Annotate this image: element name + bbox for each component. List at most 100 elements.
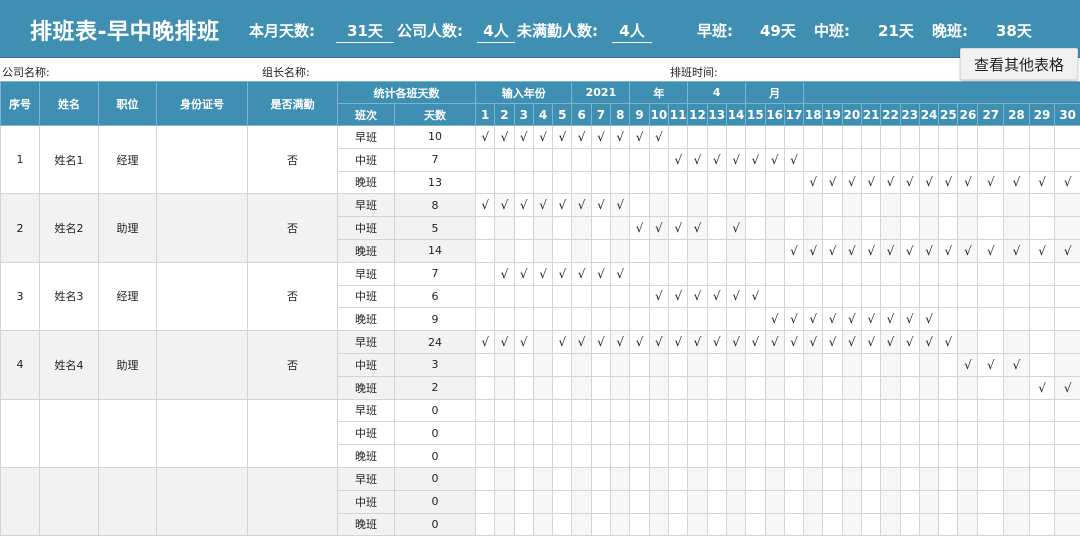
day-cell-3[interactable] <box>513 352 534 377</box>
day-cell-14[interactable]: √ <box>725 147 747 172</box>
day-cell-16[interactable] <box>764 216 785 240</box>
day-cell-13[interactable] <box>706 193 727 218</box>
day-cell-3[interactable] <box>513 238 534 263</box>
day-cell-17[interactable] <box>783 421 805 446</box>
position-cell[interactable]: 助理 <box>98 330 157 400</box>
day-cell-13[interactable]: √ <box>706 284 727 309</box>
day-cell-6[interactable]: √ <box>571 330 592 354</box>
id-card-cell[interactable] <box>156 193 248 263</box>
day-cell-27[interactable] <box>977 125 1005 149</box>
day-cell-6[interactable] <box>571 238 592 263</box>
day-cell-22[interactable] <box>880 216 901 240</box>
day-cell-21[interactable] <box>860 489 882 514</box>
day-cell-5[interactable]: √ <box>552 261 573 286</box>
day-cell-24[interactable]: √ <box>918 330 940 354</box>
day-cell-11[interactable] <box>667 261 689 286</box>
day-cell-9[interactable]: √ <box>629 216 650 240</box>
day-cell-11[interactable] <box>667 466 689 491</box>
day-cell-19[interactable] <box>822 261 843 286</box>
day-cell-30[interactable] <box>1054 489 1080 514</box>
day-cell-26[interactable] <box>957 375 979 400</box>
day-cell-1[interactable] <box>474 398 496 423</box>
day-cell-1[interactable]: √ <box>474 193 496 218</box>
day-cell-1[interactable] <box>474 261 496 286</box>
day-cell-10[interactable]: √ <box>648 216 670 240</box>
day-cell-28[interactable] <box>1003 421 1030 446</box>
day-cell-23[interactable] <box>899 489 920 514</box>
day-cell-4[interactable] <box>532 147 554 172</box>
day-cell-28[interactable] <box>1003 307 1030 332</box>
day-cell-17[interactable] <box>783 261 805 286</box>
day-cell-9[interactable] <box>629 193 650 218</box>
day-cell-9[interactable] <box>629 261 650 286</box>
day-cell-29[interactable] <box>1028 261 1056 286</box>
day-cell-28[interactable] <box>1003 261 1030 286</box>
day-cell-3[interactable] <box>513 398 534 423</box>
day-cell-7[interactable] <box>590 398 612 423</box>
day-cell-23[interactable] <box>899 352 920 377</box>
day-cell-1[interactable] <box>474 375 496 400</box>
day-cell-1[interactable]: √ <box>474 125 496 149</box>
day-cell-6[interactable] <box>571 512 592 537</box>
day-cell-11[interactable] <box>667 125 689 149</box>
day-cell-1[interactable] <box>474 444 496 468</box>
day-cell-27[interactable] <box>977 147 1005 172</box>
day-cell-19[interactable]: √ <box>822 170 843 195</box>
day-cell-12[interactable]: √ <box>687 330 708 354</box>
day-cell-26[interactable] <box>957 444 979 468</box>
day-cell-29[interactable] <box>1028 398 1056 423</box>
day-cell-9[interactable] <box>629 375 650 400</box>
day-cell-18[interactable] <box>803 512 824 537</box>
day-cell-12[interactable] <box>687 466 708 491</box>
day-cell-24[interactable] <box>918 398 940 423</box>
day-cell-7[interactable]: √ <box>590 125 612 149</box>
day-cell-12[interactable] <box>687 261 708 286</box>
day-cell-28[interactable] <box>1003 466 1030 491</box>
day-cell-21[interactable] <box>860 193 882 218</box>
day-cell-13[interactable] <box>706 352 727 377</box>
day-cell-9[interactable]: √ <box>629 125 650 149</box>
day-cell-25[interactable]: √ <box>938 330 959 354</box>
day-cell-7[interactable] <box>590 216 612 240</box>
day-cell-1[interactable] <box>474 421 496 446</box>
day-cell-15[interactable] <box>745 421 766 446</box>
day-cell-5[interactable] <box>552 489 573 514</box>
day-cell-12[interactable] <box>687 352 708 377</box>
day-cell-14[interactable] <box>725 398 747 423</box>
day-cell-8[interactable] <box>610 489 631 514</box>
day-cell-26[interactable] <box>957 307 979 332</box>
day-cell-13[interactable] <box>706 261 727 286</box>
day-cell-14[interactable] <box>725 421 747 446</box>
day-cell-29[interactable] <box>1028 466 1056 491</box>
day-cell-3[interactable] <box>513 147 534 172</box>
day-cell-4[interactable] <box>532 466 554 491</box>
day-cell-11[interactable]: √ <box>667 330 689 354</box>
day-cell-23[interactable] <box>899 444 920 468</box>
day-cell-8[interactable] <box>610 375 631 400</box>
day-cell-7[interactable] <box>590 421 612 446</box>
day-cell-21[interactable] <box>860 284 882 309</box>
full-attendance-cell[interactable]: 否 <box>247 124 338 195</box>
day-cell-15[interactable] <box>745 512 766 537</box>
day-cell-22[interactable] <box>880 398 901 423</box>
position-cell[interactable]: 助理 <box>98 193 157 263</box>
day-cell-15[interactable] <box>745 489 766 514</box>
day-cell-30[interactable] <box>1054 193 1080 218</box>
day-cell-19[interactable] <box>822 125 843 149</box>
day-cell-5[interactable]: √ <box>552 330 573 354</box>
day-cell-15[interactable] <box>745 398 766 423</box>
day-cell-2[interactable] <box>494 398 515 423</box>
day-cell-25[interactable] <box>938 375 959 400</box>
index-cell[interactable]: 1 <box>0 124 40 195</box>
day-cell-17[interactable]: √ <box>783 307 805 332</box>
day-cell-17[interactable]: √ <box>783 238 805 263</box>
day-cell-20[interactable] <box>841 444 863 468</box>
day-cell-23[interactable]: √ <box>899 238 920 263</box>
day-cell-23[interactable] <box>899 375 920 400</box>
day-cell-20[interactable]: √ <box>841 330 863 354</box>
day-cell-19[interactable]: √ <box>822 330 843 354</box>
day-cell-23[interactable] <box>899 193 920 218</box>
day-cell-28[interactable] <box>1003 398 1030 423</box>
day-cell-11[interactable] <box>667 170 689 195</box>
day-cell-3[interactable]: √ <box>513 193 534 218</box>
